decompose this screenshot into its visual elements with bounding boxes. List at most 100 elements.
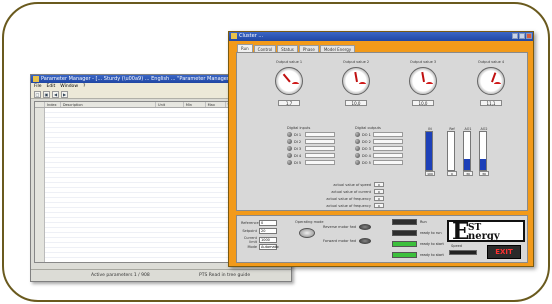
save-icon[interactable]: ▣ <box>43 91 50 98</box>
lamp-label: DO 4 <box>362 153 371 158</box>
operating-mode-knob[interactable] <box>299 228 315 238</box>
bar-label: AO2 <box>480 127 488 131</box>
forward-motor-button[interactable] <box>359 238 372 244</box>
gauge-label: Output value 3 <box>409 60 437 64</box>
lamp-text-box <box>373 146 403 151</box>
info-label: actual value of current <box>331 189 371 194</box>
lamp-label: DO 3 <box>362 146 371 151</box>
tab-strip: Run Control Status Phase Model Energy <box>237 44 356 52</box>
tab-phase[interactable]: Phase <box>298 45 319 52</box>
gauge-needle <box>282 73 291 83</box>
col-header-min[interactable]: Min <box>184 102 206 107</box>
lamp-text-box <box>305 139 335 144</box>
info-row: actual value of frequency 0 <box>315 196 384 201</box>
rounded-frame: Parameter Manager - [... Sturdy (\u00a9)… <box>2 2 550 302</box>
lamp-text-box <box>373 132 403 137</box>
col-header-max[interactable]: Max <box>206 102 226 107</box>
info-value: 0 <box>374 189 384 194</box>
info-value: 0 <box>374 182 384 187</box>
indicator-bar <box>392 219 417 225</box>
app-icon <box>33 76 39 82</box>
app-icon <box>231 33 237 39</box>
tab-model-energy[interactable]: Model Energy <box>319 45 356 52</box>
bar-label: Ref <box>449 127 455 131</box>
reference-input[interactable]: 0 <box>259 220 277 226</box>
control-row: Setpoint 20 <box>241 228 277 234</box>
lamp-row: DO 4 <box>355 152 403 159</box>
lamp-label: DI 1 <box>294 132 302 137</box>
lamp-text-box <box>305 153 335 158</box>
info-label: actual value of speed <box>333 182 371 187</box>
bar-in: IN 100 <box>425 127 435 176</box>
lamp-row: DO 5 <box>355 159 403 166</box>
lamp-text-box <box>373 139 403 144</box>
menu-help[interactable]: ? <box>83 83 85 90</box>
digital-outputs-group: Digital outputs DO 1 DO 2 DO 3 DO 4 DO 5 <box>355 126 403 166</box>
col-header-unit[interactable]: Unit <box>156 102 184 107</box>
tab-control[interactable]: Control <box>253 45 277 52</box>
gauge-needle <box>354 72 358 83</box>
tab-run[interactable]: Run <box>237 44 253 52</box>
lamp-icon <box>355 132 360 137</box>
lamp-icon <box>287 139 292 144</box>
lamp-icon <box>355 153 360 158</box>
info-label: actual value of frequency <box>326 196 371 201</box>
indicator-bar <box>392 230 417 236</box>
gauge-4: Output value 4 11,1 <box>477 60 505 106</box>
info-row: actual value of frequency 0 <box>315 203 384 208</box>
control-row: Reference 0 <box>241 220 277 226</box>
arrow-right-icon[interactable]: ▶ <box>61 91 68 98</box>
lamp-row: DI 4 <box>287 152 335 159</box>
indicator-label: Run <box>420 220 427 224</box>
bar-value: 30 <box>479 171 489 176</box>
tab-status[interactable]: Status <box>277 45 298 52</box>
bar-fill <box>480 158 486 170</box>
mode-select[interactable]: Automatic <box>259 244 279 250</box>
lamp-text-box <box>305 160 335 165</box>
lamp-icon <box>287 132 292 137</box>
open-icon[interactable]: □ <box>34 91 41 98</box>
bar-ref: Ref 0 <box>447 127 457 176</box>
menu-edit[interactable]: Edit <box>47 83 56 90</box>
close-button[interactable] <box>526 33 532 39</box>
control-label: Reference <box>241 221 259 225</box>
lamp-row: DI 1 <box>287 131 335 138</box>
bar-label: AO1 <box>464 127 472 131</box>
gauge-needle <box>421 72 425 83</box>
indicator-label: ready to start <box>420 242 444 246</box>
gauge-value: 10,0 <box>412 100 434 106</box>
gauge-needle <box>491 72 496 83</box>
lamp-label: DI 5 <box>294 160 302 165</box>
col-header-description[interactable]: Description <box>61 102 157 107</box>
indicator-label: ready to start <box>420 253 444 257</box>
operating-mode-label: Operating mode <box>295 220 324 224</box>
info-value: 0 <box>374 203 384 208</box>
control-panel: Reference 0 Setpoint 20 Current limit 1000 … <box>236 215 528 263</box>
cluster-titlebar: Cluster ... <box>229 32 533 41</box>
col-header-index[interactable]: Index <box>45 102 61 107</box>
forward-motor-control: Forward motor fwd <box>323 238 372 244</box>
button-label: Reverse motor fwd <box>323 225 357 229</box>
lamp-label: DI 3 <box>294 146 302 151</box>
arrow-left-icon[interactable]: ◀ <box>52 91 59 98</box>
logo-bottom: nergy <box>468 231 500 242</box>
reverse-motor-button[interactable] <box>359 224 372 230</box>
exit-button[interactable]: EXIT <box>487 245 521 259</box>
col-header[interactable] <box>35 102 45 107</box>
bar-ao2: AO2 30 <box>479 127 489 176</box>
gauge-2: Output value 2 10,0 <box>342 60 370 106</box>
lamp-icon <box>355 139 360 144</box>
lamp-label: DI 2 <box>294 139 302 144</box>
maximize-button[interactable] <box>519 33 525 39</box>
cluster-window: Cluster ... Run Control Status Phase Mod… <box>228 31 534 267</box>
menu-file[interactable]: File <box>34 83 42 90</box>
minimize-button[interactable] <box>512 33 518 39</box>
lamp-row: DI 5 <box>287 159 335 166</box>
status-bar: Active parameters 1 / 908 PTS Read in tr… <box>31 269 291 281</box>
bar-ao1: AO1 30 <box>463 127 473 176</box>
lamp-row: DO 3 <box>355 145 403 152</box>
menu-window[interactable]: Window <box>60 83 78 90</box>
setpoint-input[interactable]: 20 <box>259 228 277 234</box>
current-limit-input[interactable]: 1000 <box>259 237 277 243</box>
control-label: Mode <box>247 245 257 249</box>
